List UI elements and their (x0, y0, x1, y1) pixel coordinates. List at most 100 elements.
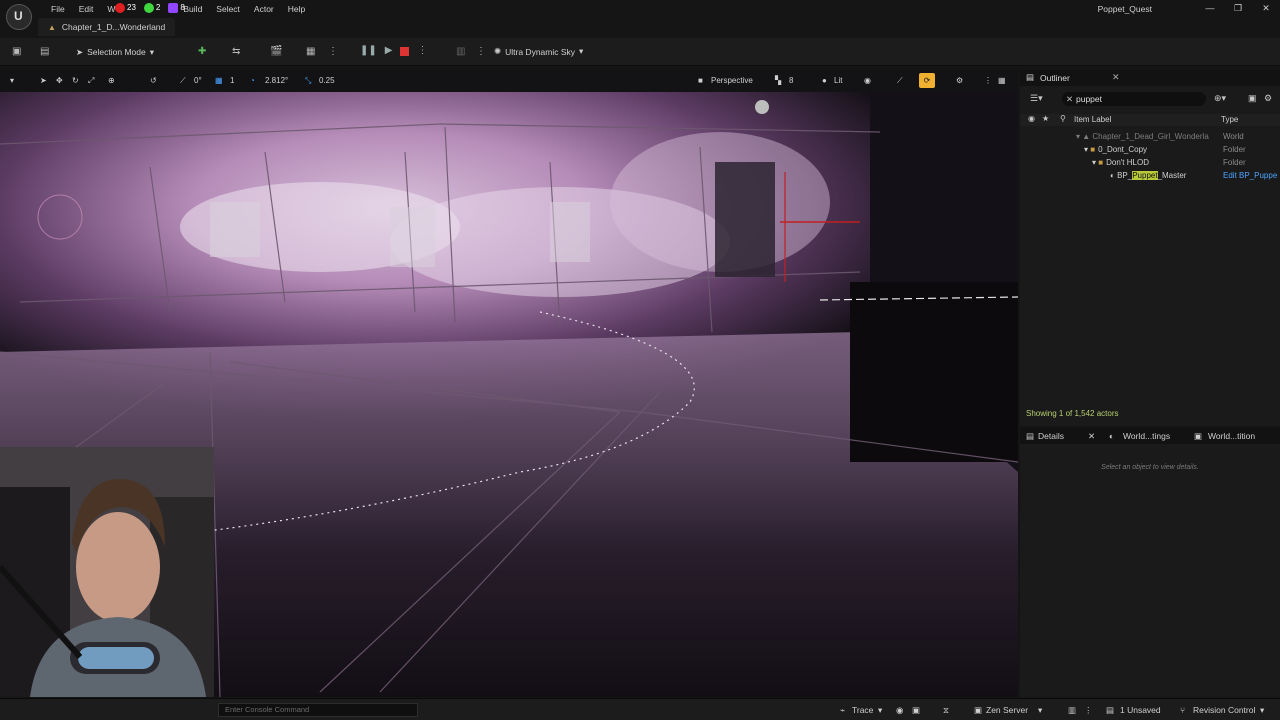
visibility-column-icon[interactable]: ◉ (1028, 114, 1035, 123)
viewport-more-icon[interactable]: ⋮ (984, 76, 992, 85)
expand-chevron-icon[interactable]: ▾ (1084, 145, 1088, 154)
level-tab[interactable]: ▲ Chapter_1_D...Wonderland (38, 18, 176, 36)
outliner-tab[interactable]: ▤ Outliner (1026, 72, 1070, 83)
build-icon[interactable]: ▦ (306, 46, 315, 57)
translate-tool-icon[interactable]: ✥ (56, 76, 63, 85)
perspective-dropdown[interactable]: Perspective (711, 76, 753, 85)
blueprint-icon[interactable]: ⇆ (232, 46, 240, 57)
camera-speed-value[interactable]: 8 (789, 76, 793, 85)
cinematics-icon[interactable]: 🎬 (270, 46, 282, 57)
item-label-column[interactable]: Item Label (1074, 115, 1111, 124)
chevron-down-icon: ▾ (579, 46, 584, 56)
select-tool-icon[interactable]: ➤ (40, 76, 47, 85)
realtime-icon[interactable]: ⟋ (897, 76, 903, 86)
grid-snap-value[interactable]: 1 (230, 76, 234, 85)
source-control-icon[interactable]: ▥ (1068, 705, 1076, 716)
tree-row-folder[interactable]: ▾ ■ Don't HLOD Folder (1020, 156, 1280, 169)
play-icon[interactable]: ▶ (385, 45, 393, 56)
maximize-button[interactable]: ❐ (1224, 0, 1252, 16)
zen-server-dropdown[interactable]: Zen Server (986, 705, 1028, 715)
menu-select[interactable]: Select (209, 2, 247, 16)
game-view-toggle-icon[interactable]: ⟳ (919, 73, 935, 88)
lit-dropdown[interactable]: Lit (834, 76, 842, 85)
outliner-column-header: ◉ ★ ⚲ Item Label Type (1020, 114, 1280, 126)
chevron-down-icon[interactable]: ▾ (1038, 705, 1042, 716)
selection-mode-dropdown[interactable]: ➤ Selection Mode ▾ (76, 45, 154, 59)
type-column[interactable]: Type (1221, 115, 1238, 124)
lock-column-icon[interactable]: ⚲ (1060, 114, 1066, 123)
viewport-settings-icon[interactable]: ⚙ (956, 76, 963, 85)
trace-dropdown[interactable]: Trace (852, 705, 873, 715)
filter-icon[interactable]: ☰▾ (1030, 93, 1043, 104)
world-icon: ▲ (1082, 132, 1091, 141)
tab-world-partition[interactable]: World...tition (1208, 431, 1255, 441)
details-empty-message: Select an object to view details. (1101, 464, 1199, 471)
angle-snap-icon[interactable]: ◔ (250, 76, 255, 85)
menu-edit[interactable]: Edit (72, 2, 101, 16)
more-options-icon[interactable]: ⋮ (328, 46, 338, 57)
tab-details[interactable]: Details (1038, 431, 1064, 441)
sun-icon: ✺ (494, 46, 502, 56)
window-controls: — ❐ ✕ (1196, 0, 1280, 16)
rotate-tool-icon[interactable]: ↻ (72, 76, 79, 85)
outliner-search-input[interactable]: ✕ puppet (1062, 92, 1206, 106)
save-icon[interactable]: ▣ (12, 46, 21, 57)
edit-blueprint-link[interactable]: Edit BP_Puppe (1223, 169, 1277, 182)
camera-icon: ■ (698, 76, 703, 85)
outliner-close-icon[interactable]: ✕ (1112, 72, 1120, 83)
angle-snap-value[interactable]: 2.812° (265, 76, 288, 85)
platforms-icon[interactable]: ▥ (456, 46, 465, 57)
select-arrow-icon: ➤ (76, 46, 84, 57)
expand-chevron-icon[interactable]: ▾ (1076, 132, 1080, 141)
outliner-settings-icon[interactable]: ⚙ (1264, 93, 1272, 104)
expand-chevron-icon[interactable]: ▾ (1092, 158, 1096, 167)
revision-control-dropdown[interactable]: Revision Control (1193, 705, 1255, 715)
derived-data-icon[interactable]: ⧖ (943, 705, 949, 716)
viewport-options-icon[interactable]: ▾ (10, 76, 14, 85)
menu-file[interactable]: File (44, 2, 72, 16)
rotation-snap-icon[interactable]: ⟋ (180, 76, 186, 86)
scale-snap-value[interactable]: 0.25 (319, 76, 335, 85)
record-icon[interactable]: ◉ (896, 705, 903, 716)
unsaved-count[interactable]: 1 Unsaved (1120, 705, 1161, 715)
pause-icon[interactable]: ❚❚ (360, 45, 377, 56)
add-filter-icon[interactable]: ⊕▾ (1214, 93, 1226, 104)
tab-world-settings[interactable]: World...tings (1123, 431, 1170, 441)
screenshot-icon[interactable]: ▣ (912, 705, 920, 716)
unreal-logo-icon[interactable]: U (6, 4, 32, 30)
actor-icon: ◐ (1110, 171, 1115, 180)
pin-column-icon[interactable]: ★ (1042, 114, 1049, 123)
tree-row-world[interactable]: ▾ ▲ Chapter_1_Dead_Girl_Wonderla World (1020, 130, 1280, 143)
scale-snap-icon[interactable]: ⤡ (305, 76, 311, 86)
show-flags-icon[interactable]: ◉ (864, 76, 871, 85)
statusbar-more-icon[interactable]: ⋮ (1084, 705, 1093, 716)
new-folder-icon[interactable]: ▣ (1248, 93, 1257, 104)
surface-snap-icon[interactable]: ↺ (150, 76, 157, 85)
toolbar-more-icon[interactable]: ⋮ (476, 46, 486, 57)
minimize-button[interactable]: — (1196, 0, 1224, 16)
chevron-down-icon[interactable]: ▾ (878, 705, 882, 716)
tree-row-folder[interactable]: ▾ ■ 0_Dont_Copy Folder (1020, 143, 1280, 156)
outliner-title: Outliner (1040, 72, 1070, 83)
clear-search-icon[interactable]: ✕ (1066, 92, 1073, 106)
add-actor-icon[interactable]: ✚ (198, 46, 206, 57)
close-window-button[interactable]: ✕ (1252, 0, 1280, 16)
tree-row-actor[interactable]: ◐ BP_Puppet_Master Edit BP_Puppe (1020, 169, 1280, 182)
unsaved-icon: ▤ (1106, 705, 1115, 715)
scale-tool-icon[interactable]: ⤢ (88, 76, 94, 86)
menu-help[interactable]: Help (281, 2, 312, 16)
grid-snap-icon[interactable]: ▦ (215, 76, 223, 85)
ultra-dynamic-sky-dropdown[interactable]: ✺ Ultra Dynamic Sky ▾ (494, 46, 583, 57)
rotation-snap-value[interactable]: 0° (194, 76, 202, 85)
content-browser-icon[interactable]: ▤ (40, 46, 49, 57)
console-input[interactable]: Enter Console Command (218, 703, 418, 717)
chevron-down-icon[interactable]: ▾ (1260, 705, 1264, 716)
play-options-icon[interactable]: ⋮ (417, 45, 427, 56)
kick-icon (143, 3, 154, 13)
stop-icon[interactable] (400, 47, 410, 56)
menu-actor[interactable]: Actor (247, 2, 281, 16)
camera-speed-icon[interactable]: ▚ (775, 76, 781, 85)
layout-icon[interactable]: ▦ (998, 76, 1006, 85)
close-icon[interactable]: ✕ (1088, 431, 1095, 442)
world-local-icon[interactable]: ⊕ (108, 76, 115, 85)
